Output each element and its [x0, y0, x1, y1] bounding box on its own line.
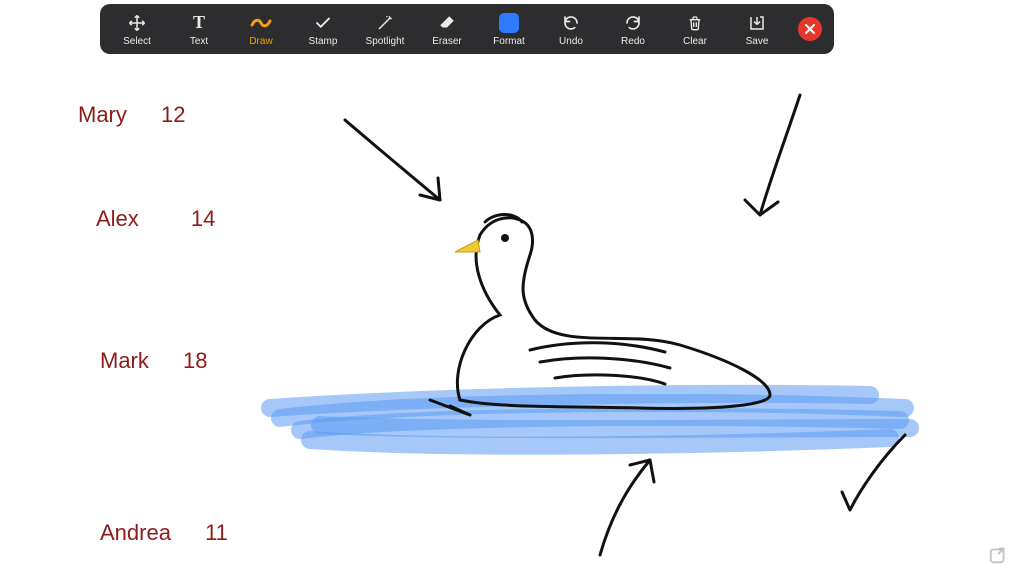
clear-tool[interactable]: Clear	[664, 4, 726, 54]
eraser-tool[interactable]: Eraser	[416, 4, 478, 54]
check-icon	[314, 12, 332, 34]
annotation-text[interactable]: Alex 14	[96, 206, 215, 232]
clear-label: Clear	[683, 36, 707, 47]
annotation-value: 12	[161, 102, 185, 128]
annotation-text[interactable]: Mary 12	[78, 102, 186, 128]
spotlight-tool[interactable]: Spotlight	[354, 4, 416, 54]
drawing-canvas	[0, 0, 1024, 576]
spotlight-label: Spotlight	[366, 36, 405, 47]
save-label: Save	[746, 36, 769, 47]
arrow-stroke	[345, 95, 905, 555]
undo-icon	[562, 12, 580, 34]
annotation-value: 18	[183, 348, 207, 374]
stamp-tool[interactable]: Stamp	[292, 4, 354, 54]
text-icon: T	[193, 12, 205, 34]
save-tool[interactable]: Save	[726, 4, 788, 54]
annotation-value: 14	[191, 206, 215, 232]
annotation-value: 11	[205, 520, 228, 546]
eraser-label: Eraser	[432, 36, 461, 47]
text-label: Text	[190, 36, 208, 47]
annotation-text[interactable]: Andrea 11	[100, 520, 228, 546]
format-swatch-icon	[499, 12, 519, 34]
select-label: Select	[123, 36, 151, 47]
draw-label: Draw	[249, 36, 272, 47]
close-toolbar-button[interactable]	[798, 17, 822, 41]
annotation-text[interactable]: Mark 18	[100, 348, 208, 374]
redo-label: Redo	[621, 36, 645, 47]
swan-drawing	[457, 215, 770, 409]
swan-eye	[501, 234, 509, 242]
draw-icon	[250, 12, 272, 34]
water-stroke	[270, 394, 910, 446]
redo-tool[interactable]: Redo	[602, 4, 664, 54]
draw-tool[interactable]: Draw	[230, 4, 292, 54]
annotation-name: Andrea	[100, 520, 171, 546]
move-icon	[128, 12, 146, 34]
format-tool[interactable]: Format	[478, 4, 540, 54]
share-icon	[988, 544, 1010, 566]
annotation-toolbar: Select T Text Draw Stamp Spotlight	[100, 4, 834, 54]
redo-icon	[624, 12, 642, 34]
undo-tool[interactable]: Undo	[540, 4, 602, 54]
annotation-name: Mary	[78, 102, 127, 128]
select-tool[interactable]: Select	[106, 4, 168, 54]
annotation-name: Mark	[100, 348, 149, 374]
close-icon	[804, 23, 816, 35]
annotation-name: Alex	[96, 206, 139, 232]
download-icon	[748, 12, 766, 34]
wand-icon	[376, 12, 394, 34]
share-button[interactable]	[988, 544, 1010, 566]
undo-label: Undo	[559, 36, 583, 47]
stamp-label: Stamp	[309, 36, 338, 47]
text-tool[interactable]: T Text	[168, 4, 230, 54]
eraser-icon	[438, 12, 456, 34]
trash-icon	[687, 12, 703, 34]
swan-beak	[455, 240, 480, 252]
format-label: Format	[493, 36, 525, 47]
